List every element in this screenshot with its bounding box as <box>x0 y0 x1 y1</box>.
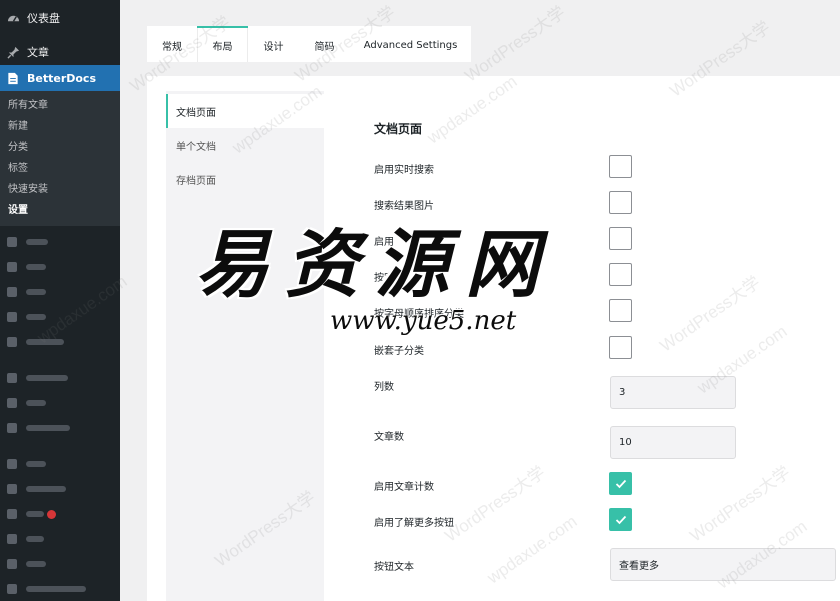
section-title: 文档页面 <box>374 122 423 136</box>
menu-item-blurred[interactable] <box>0 503 120 525</box>
menu-icon <box>7 237 17 247</box>
menu-icon <box>7 509 17 519</box>
menu-dashboard-label: 仪表盘 <box>27 12 60 25</box>
tab-shortcodes[interactable]: 简码 <box>299 26 350 62</box>
menu-icon <box>7 262 17 272</box>
menu-item-blurred[interactable] <box>0 306 120 328</box>
submenu-add-new[interactable]: 新建 <box>8 118 28 136</box>
dashboard-icon <box>6 11 20 25</box>
menu-icon <box>7 459 17 469</box>
menu-betterdocs[interactable]: BetterDocs <box>0 65 120 91</box>
menu-item-blurred[interactable] <box>0 417 120 439</box>
label-post-count-toggle: 启用文章计数 <box>374 482 434 493</box>
subnav-single-doc[interactable]: 单个文档 <box>166 128 324 162</box>
layout-subnav: 文档页面 单个文档 存档页面 <box>166 91 324 601</box>
menu-posts-label: 文章 <box>27 46 49 59</box>
tab-advanced-settings[interactable]: Advanced Settings <box>350 26 471 62</box>
overlay-watermark-url: www.yue5.net <box>330 306 517 336</box>
checkbox-search-result-image[interactable] <box>609 191 632 214</box>
menu-betterdocs-label: BetterDocs <box>27 71 97 85</box>
submenu-settings[interactable]: 设置 <box>8 202 28 220</box>
menu-item-blurred[interactable] <box>0 478 120 500</box>
menu-item-blurred[interactable] <box>0 453 120 475</box>
label-post-count: 文章数 <box>374 432 404 443</box>
checkbox-post-count-toggle[interactable] <box>609 472 632 495</box>
input-button-text[interactable] <box>610 548 836 581</box>
input-post-count[interactable] <box>610 426 736 459</box>
tab-layout[interactable]: 布局 <box>197 26 248 62</box>
overlay-watermark-title: 易资源网 <box>195 222 555 308</box>
menu-icon <box>7 337 17 347</box>
checkbox-explore-more-button[interactable] <box>609 508 632 531</box>
menu-item-blurred[interactable] <box>0 231 120 253</box>
menu-item-blurred[interactable] <box>0 578 120 600</box>
checkbox-nested-subcategory[interactable] <box>609 336 632 359</box>
menu-item-blurred[interactable] <box>0 367 120 389</box>
admin-sidebar: 仪表盘 文章 BetterDocs 所有文章 新建 分类 标签 快速安装 设置 <box>0 0 120 601</box>
menu-item-blurred[interactable] <box>0 281 120 303</box>
menu-item-blurred[interactable] <box>0 553 120 575</box>
input-column-number[interactable] <box>610 376 736 409</box>
label-button-text: 按钮文本 <box>374 562 414 573</box>
checkbox-row-4[interactable] <box>609 263 632 286</box>
menu-icon <box>7 484 17 494</box>
menu-icon <box>7 559 17 569</box>
menu-icon <box>7 373 17 383</box>
menu-item-blurred[interactable] <box>0 528 120 550</box>
label-nested-subcategory: 嵌套子分类 <box>374 346 424 357</box>
menu-icon <box>7 287 17 297</box>
betterdocs-submenu: 所有文章 新建 分类 标签 快速安装 设置 <box>0 91 120 226</box>
menu-icon <box>7 584 17 594</box>
checkbox-live-search[interactable] <box>609 155 632 178</box>
document-icon <box>6 71 20 85</box>
submenu-quick-setup[interactable]: 快速安装 <box>8 181 48 199</box>
checkbox-alphabetic-category-order[interactable] <box>609 299 632 322</box>
label-column-number: 列数 <box>374 382 394 393</box>
submenu-tags[interactable]: 标签 <box>8 160 28 178</box>
menu-icon <box>7 398 17 408</box>
menu-icon <box>7 312 17 322</box>
settings-tabs: 常规 布局 设计 简码 Advanced Settings <box>147 26 471 62</box>
menu-icon <box>7 423 17 433</box>
watermark-text: WordPress大学 <box>461 2 569 86</box>
label-explore-more-button: 启用了解更多按钮 <box>374 518 454 529</box>
label-live-search: 启用实时搜索 <box>374 165 434 176</box>
menu-dashboard[interactable]: 仪表盘 <box>0 5 120 31</box>
menu-item-blurred[interactable] <box>0 331 120 353</box>
tab-design[interactable]: 设计 <box>248 26 299 62</box>
submenu-categories[interactable]: 分类 <box>8 139 28 157</box>
checkbox-row-3[interactable] <box>609 227 632 250</box>
pin-icon <box>6 45 20 59</box>
menu-item-blurred[interactable] <box>0 392 120 414</box>
update-badge <box>47 509 56 519</box>
menu-icon <box>7 534 17 544</box>
menu-posts[interactable]: 文章 <box>0 39 120 65</box>
checkmark-icon <box>615 479 626 488</box>
subnav-docs-page[interactable]: 文档页面 <box>166 94 324 128</box>
checkmark-icon <box>615 515 626 524</box>
submenu-all-docs[interactable]: 所有文章 <box>8 97 48 115</box>
subnav-archive-page[interactable]: 存档页面 <box>166 162 324 196</box>
menu-item-blurred[interactable] <box>0 256 120 278</box>
tab-general[interactable]: 常规 <box>147 26 197 62</box>
